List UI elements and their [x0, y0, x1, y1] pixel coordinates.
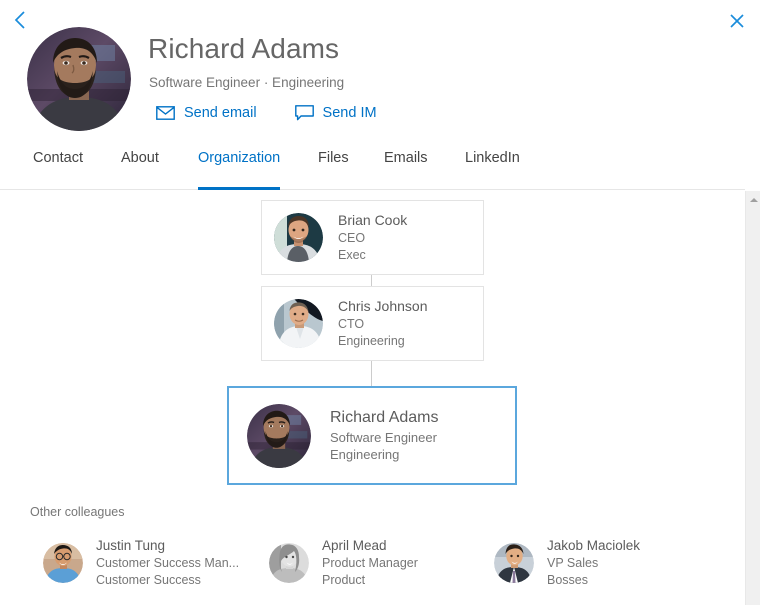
send-email-label: Send email — [184, 105, 257, 121]
org-connector-2 — [371, 361, 372, 386]
colleague-name: April Mead — [322, 538, 387, 553]
colleague-role: Product Manager — [322, 556, 418, 571]
colleague-name: Justin Tung — [96, 538, 166, 553]
tab-about[interactable]: About — [121, 150, 159, 190]
content-scrollbar[interactable] — [745, 191, 760, 605]
person-photo-avatar — [494, 542, 534, 583]
contact-card-panel: Richard Adams Software Engineer · Engine… — [0, 0, 760, 605]
chat-bubble-icon — [294, 105, 314, 121]
page-title: Richard Adams — [148, 33, 340, 64]
avatar — [269, 542, 309, 583]
org-card-dept: Engineering — [330, 447, 400, 463]
avatar — [494, 542, 534, 583]
tab-contact[interactable]: Contact — [33, 150, 83, 190]
colleague-dept: Product — [322, 573, 366, 588]
colleague-item[interactable]: April Mead Product Manager Product — [269, 537, 418, 589]
org-card-role: CTO — [338, 317, 365, 332]
avatar — [274, 299, 323, 348]
org-card-text: Brian Cook CEO Exec — [338, 211, 407, 264]
org-card-manager[interactable]: Chris Johnson CTO Engineering — [261, 286, 484, 361]
colleague-role: VP Sales — [547, 556, 599, 571]
colleague-item[interactable]: Jakob Maciolek VP Sales Bosses — [494, 537, 640, 589]
avatar — [247, 403, 311, 468]
tab-bar: Contact About Organization Files Emails … — [0, 150, 745, 190]
org-card-dept: Engineering — [338, 333, 405, 348]
profile-actions: Send email Send IM — [156, 105, 415, 121]
org-card-dept: Exec — [338, 247, 366, 262]
profile-subtitle: Software Engineer · Engineering — [149, 75, 345, 90]
profile-header: Richard Adams Software Engineer · Engine… — [0, 0, 745, 145]
other-colleagues-label: Other colleagues — [30, 505, 125, 519]
colleague-dept: Customer Success — [96, 573, 201, 588]
tab-emails[interactable]: Emails — [384, 150, 428, 190]
org-card-role: Software Engineer — [330, 429, 437, 445]
org-card-name: Richard Adams — [330, 409, 439, 427]
person-photo-avatar — [269, 542, 309, 583]
person-photo-avatar — [27, 27, 131, 131]
person-photo-avatar — [274, 213, 323, 262]
organization-chart: Brian Cook CEO Exec Chris Johnson CTO En… — [0, 191, 745, 605]
colleague-text: Justin Tung Customer Success Man... Cust… — [96, 537, 239, 589]
colleague-item[interactable]: Justin Tung Customer Success Man... Cust… — [43, 537, 239, 589]
avatar — [43, 542, 83, 583]
tab-files[interactable]: Files — [318, 150, 349, 190]
org-card-manager-top[interactable]: Brian Cook CEO Exec — [261, 200, 484, 275]
envelope-icon — [156, 106, 175, 120]
colleague-text: Jakob Maciolek VP Sales Bosses — [547, 537, 640, 589]
org-card-name: Chris Johnson — [338, 298, 428, 315]
colleague-name: Jakob Maciolek — [547, 538, 641, 553]
org-card-text: Richard Adams Software Engineer Engineer… — [330, 407, 439, 464]
org-card-role: CEO — [338, 231, 366, 246]
person-photo-avatar — [274, 299, 323, 348]
scroll-up-arrow-icon[interactable] — [746, 193, 760, 207]
org-card-text: Chris Johnson CTO Engineering — [338, 297, 428, 350]
send-email-button[interactable]: Send email — [156, 105, 257, 121]
person-photo-avatar — [43, 542, 83, 583]
org-card-name: Brian Cook — [338, 212, 408, 229]
colleague-text: April Mead Product Manager Product — [322, 537, 418, 589]
tab-organization[interactable]: Organization — [198, 150, 281, 190]
send-im-label: Send IM — [322, 105, 377, 121]
send-im-button[interactable]: Send IM — [294, 105, 377, 121]
avatar[interactable] — [27, 27, 131, 131]
avatar — [274, 213, 323, 262]
colleague-dept: Bosses — [547, 573, 588, 588]
colleague-role: Customer Success Man... — [96, 556, 240, 571]
tab-linkedin[interactable]: LinkedIn — [465, 150, 520, 190]
person-photo-avatar — [247, 403, 311, 468]
presence-badge — [120, 122, 131, 131]
org-card-selected-self[interactable]: Richard Adams Software Engineer Engineer… — [227, 386, 517, 485]
